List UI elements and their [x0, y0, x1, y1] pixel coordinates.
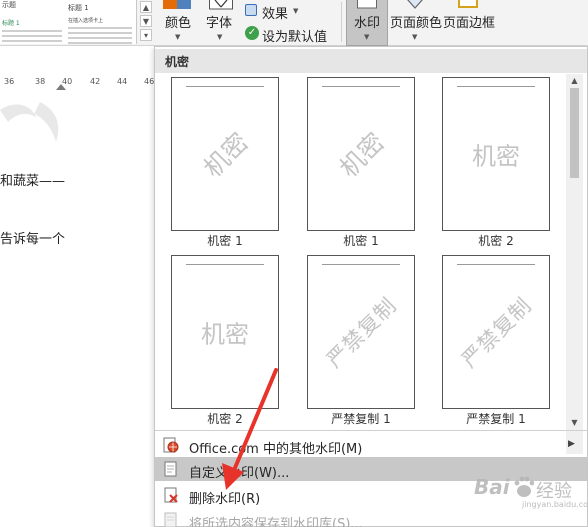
ruler-tick: 38: [35, 77, 46, 86]
chevron-down-icon: ▼: [412, 33, 418, 41]
set-as-default-button[interactable]: ✓ 设为默认值: [243, 24, 335, 45]
page-color-label: 页面颜色: [390, 16, 443, 31]
gallery-scrollbar[interactable]: ▲ ▼: [566, 74, 583, 454]
right-indent-marker[interactable]: [56, 84, 66, 90]
colors-button[interactable]: 颜色 ▼: [160, 0, 198, 44]
gallery-more-icon[interactable]: ▾: [140, 29, 152, 41]
style-set-gallery[interactable]: 示题 标题 1 标题 1 在插入选项卡上: [0, 0, 137, 44]
watermark-option-confidential-2a[interactable]: 机密: [442, 77, 550, 231]
logo-text: Bai: [474, 475, 510, 499]
document-graphic: [0, 102, 59, 142]
ruler-tick: 36: [4, 77, 15, 86]
watermark-label: 水印: [354, 16, 381, 31]
watermark-option-do-not-copy-1a[interactable]: 严禁复制: [307, 255, 415, 409]
effects-label: 效果: [262, 7, 289, 22]
page-color-button[interactable]: 页面颜色 ▼: [390, 0, 443, 44]
submenu-arrow-icon: ▶: [568, 439, 575, 449]
page-border-icon: [458, 0, 478, 8]
thumbnail-title: 标题 1: [68, 4, 89, 12]
watermark-preview-text: 严禁复制: [322, 293, 402, 373]
watermark-option-label: 机密 2: [207, 412, 243, 426]
watermark-option-confidential-1a[interactable]: 机密: [171, 77, 279, 231]
fonts-label: 字体: [206, 16, 233, 31]
watermark-option-confidential-2b[interactable]: 机密: [171, 255, 279, 409]
color-swatch-icon: [177, 0, 191, 9]
menu-item-label: 删除水印(R): [189, 492, 261, 507]
watermark-button[interactable]: 水印 ▼: [346, 0, 388, 46]
ruler-tick: 42: [90, 77, 101, 86]
watermark-option-label: 严禁复制 1: [331, 412, 391, 426]
effects-icon: [245, 4, 257, 16]
scroll-down-icon[interactable]: ▼: [569, 418, 580, 428]
gallery-down-icon[interactable]: ▼: [140, 15, 152, 27]
baidu-jingyan-watermark-logo: Bai 经验 jingyan.baidu.com: [470, 472, 588, 512]
watermark-option-label: 机密 1: [343, 234, 379, 248]
menu-item-label: 将所选内容保存到水印库(S)...: [189, 517, 363, 527]
watermark-option-label: 严禁复制 1: [466, 412, 526, 426]
watermark-option-confidential-1b[interactable]: 机密: [307, 77, 415, 231]
section-title: 机密: [165, 55, 190, 69]
colors-label: 颜色: [165, 16, 192, 31]
save-document-icon: [164, 512, 177, 527]
gallery-up-icon[interactable]: ▲: [140, 1, 152, 13]
remove-document-icon: [164, 487, 178, 503]
globe-document-icon: [163, 437, 179, 453]
document-text-line: 告诉每一个: [0, 232, 66, 247]
gallery-scroller[interactable]: ▲ ▼ ▾: [138, 0, 155, 44]
watermark-icon: [357, 0, 377, 9]
page-borders-button[interactable]: 页面边框: [442, 0, 498, 44]
menu-divider: [155, 430, 587, 431]
scrollbar-thumb[interactable]: [570, 88, 579, 178]
color-swatch-icon: [163, 0, 177, 9]
watermark-preview-text: 机密: [201, 320, 249, 349]
ribbon-group-divider: [341, 2, 342, 42]
set-default-label: 设为默认值: [262, 30, 328, 45]
chevron-down-icon: ▼: [293, 7, 299, 15]
document-text-line: 和蔬菜——: [0, 174, 66, 189]
checkmark-icon: ✓: [245, 26, 259, 40]
fonts-button[interactable]: 字体 ▼: [202, 0, 240, 44]
horizontal-ruler[interactable]: 36 38 40 42 44 46: [0, 75, 160, 89]
page-borders-label: 页面边框: [443, 16, 496, 31]
watermark-preview-text: 机密: [334, 127, 390, 183]
paint-bucket-icon: [407, 0, 423, 9]
style-set-thumbnail-2[interactable]: 标题 1 在插入选项卡上: [68, 0, 134, 44]
chevron-down-icon: ▼: [217, 33, 223, 41]
thumbnail-title: 示题: [2, 1, 16, 9]
ribbon-design-tab: 示题 标题 1 标题 1 在插入选项卡上 ▲ ▼ ▾ 颜色 ▼ 字体 ▼ 效果 …: [0, 0, 588, 46]
watermark-preview-text: 机密: [198, 127, 254, 183]
menu-item-label: 自定义水印(W)...: [189, 466, 290, 481]
fonts-icon: [209, 0, 233, 10]
watermark-option-label: 机密 2: [478, 234, 514, 248]
document-icon: [164, 461, 177, 477]
paw-icon: [514, 476, 534, 497]
watermark-dropdown: 机密 机密 机密 1 机密 机密 1 机密 机密 2 机密 机密 2 严禁复制 …: [154, 46, 588, 527]
more-watermarks-menu-item[interactable]: Office.com 中的其他水印(M) ▶: [155, 433, 587, 457]
logo-url-text: jingyan.baidu.com: [522, 500, 588, 509]
thumbnail-body: 在插入选项卡上: [68, 18, 104, 24]
watermark-option-do-not-copy-1b[interactable]: 严禁复制: [442, 255, 550, 409]
chevron-down-icon: ▼: [364, 33, 370, 41]
watermark-preview-text: 机密: [472, 142, 520, 171]
style-set-thumbnail-1[interactable]: 示题 标题 1: [2, 0, 64, 44]
watermark-preview-text: 严禁复制: [457, 293, 537, 373]
watermark-option-label: 机密 1: [207, 234, 243, 248]
scroll-up-icon[interactable]: ▲: [569, 76, 580, 86]
thumbnail-heading: 标题 1: [2, 20, 20, 27]
menu-item-label: Office.com 中的其他水印(M): [189, 442, 363, 457]
ruler-tick: 44: [117, 77, 128, 86]
ruler-tick: 46: [144, 77, 155, 86]
gallery-section-header: 机密: [155, 49, 587, 73]
chevron-down-icon: ▼: [175, 33, 181, 41]
